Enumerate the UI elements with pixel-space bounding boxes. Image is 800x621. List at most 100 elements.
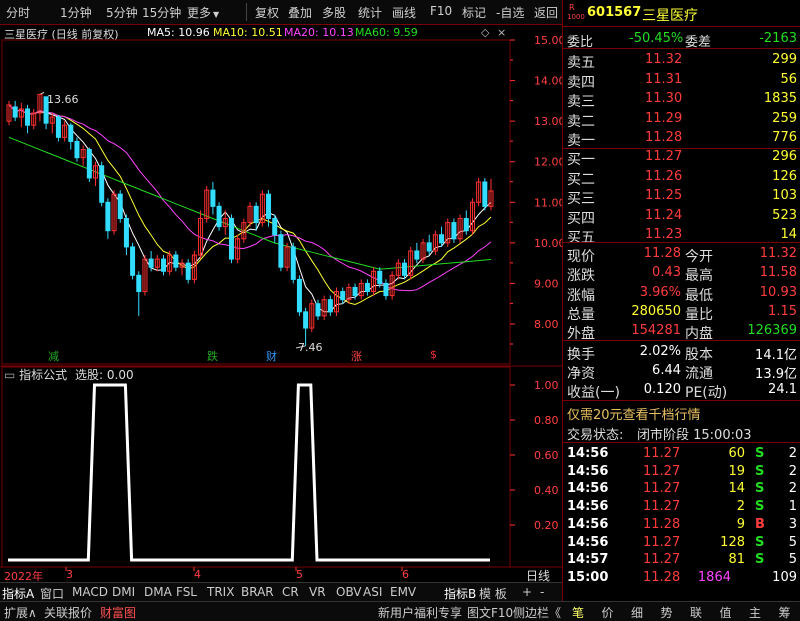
panel-tab[interactable]: 细 xyxy=(631,604,643,621)
tab-more[interactable]: 更多 ▼ xyxy=(187,4,219,21)
indicator-tab[interactable]: FSL xyxy=(176,585,197,599)
price-axis: 15.00 14.00 13.00 12.00 11.00 10.00 9.00 8.00 xyxy=(510,34,562,345)
tab-fenshi[interactable]: 分时 xyxy=(6,4,30,21)
status-row: 交易状态: 闭市阶段 15:00:03 xyxy=(563,422,800,443)
tick-time: 14:56 xyxy=(567,463,609,479)
tick-price: 11.27 xyxy=(643,446,681,461)
indicator-tab[interactable]: DMA xyxy=(144,585,172,599)
panel-tab[interactable]: 值 xyxy=(720,604,732,621)
indicator-tab[interactable]: 模 板 xyxy=(479,585,507,602)
stats-button[interactable]: 统计 xyxy=(358,4,382,21)
multi-stock-button[interactable]: 多股 xyxy=(322,4,346,21)
candle-body xyxy=(315,303,321,317)
fuquan-button[interactable]: 复权 xyxy=(255,4,279,21)
indicator-header: ▭ 指标公式 选股: 0.00 xyxy=(4,366,134,383)
panel-tab[interactable]: 主 xyxy=(749,604,761,621)
indicator-tab[interactable]: 指标B xyxy=(444,585,476,602)
marker-reduce[interactable]: 减 xyxy=(48,348,59,364)
y-tick-label: 11.00 xyxy=(534,196,562,209)
indicator-tab[interactable]: MACD xyxy=(72,585,108,599)
tick-side: B xyxy=(755,516,765,532)
quote-row: 涨幅 3.96% 最低 10.93 xyxy=(563,283,800,304)
tick-time: 14:56 xyxy=(567,516,609,532)
chart-frame xyxy=(0,39,562,568)
promo-link[interactable]: 仅需20元查看千档行情 xyxy=(567,404,701,423)
marker-fall[interactable]: 跌 xyxy=(207,348,218,364)
indicator-tab[interactable]: CR xyxy=(282,585,299,599)
buy-level-volume: 523 xyxy=(772,207,797,223)
indicator-tab[interactable]: - xyxy=(540,585,544,599)
stats-value: 6.44 xyxy=(652,363,681,378)
bottom-link[interactable]: 侧边栏《 xyxy=(513,604,561,621)
buy-level-row[interactable]: 买二 11.26 126 xyxy=(563,167,800,188)
bottom-tab[interactable]: 财富图 xyxy=(100,604,136,621)
indicator-tab[interactable]: 窗口 xyxy=(40,585,64,602)
candle-body xyxy=(228,218,234,260)
sell-level-row[interactable]: 卖四 11.31 56 xyxy=(563,70,800,91)
draw-line-button[interactable]: 画线 xyxy=(392,4,416,21)
candle-body xyxy=(123,218,129,248)
indicator-tab[interactable]: ASI xyxy=(363,585,382,599)
quote-row: 涨跌 0.43 最高 11.58 xyxy=(563,263,800,284)
bottom-link[interactable]: 新用户福利专享 xyxy=(378,604,462,621)
tick-count: 5 xyxy=(788,534,797,550)
marker-rise[interactable]: 涨 xyxy=(351,348,362,364)
tick-side: S xyxy=(755,446,765,461)
tab-1min[interactable]: 1分钟 xyxy=(60,4,92,21)
panel-tab[interactable]: 筹 xyxy=(779,604,791,621)
panel-tab[interactable]: 势 xyxy=(661,604,673,621)
period-label[interactable]: 日线 xyxy=(526,567,550,584)
tick-time: 14:56 xyxy=(567,481,609,497)
tick-side: S xyxy=(755,481,765,497)
panel-tab[interactable]: 价 xyxy=(602,604,614,621)
buy-level-row[interactable]: 买四 11.24 523 xyxy=(563,206,800,227)
sell-level-row[interactable]: 卖一 11.28 776 xyxy=(563,128,800,149)
indicator-tab[interactable]: TRIX xyxy=(207,585,234,599)
sell-level-row[interactable]: 卖三 11.30 1835 xyxy=(563,89,800,110)
indicator-tab[interactable]: BRAR xyxy=(241,585,274,599)
bottom-tab[interactable]: 关联报价 xyxy=(44,604,92,621)
tab-15min[interactable]: 15分钟 xyxy=(142,4,181,21)
promo-row[interactable]: 仅需20元查看千档行情 xyxy=(563,402,800,423)
divider xyxy=(563,442,800,443)
sell-level-row[interactable]: 卖五 11.32 299 xyxy=(563,50,800,71)
f10-button[interactable]: F10 xyxy=(430,4,452,18)
indicator-tab[interactable]: EMV xyxy=(390,585,416,599)
indicator-tab[interactable]: + xyxy=(522,585,532,599)
low-annotation: 7.46 xyxy=(298,341,323,354)
tab-5min[interactable]: 5分钟 xyxy=(106,4,138,21)
tick-side: S xyxy=(755,463,765,479)
indicator-title[interactable]: 指标公式 xyxy=(19,368,67,382)
indicator-y-tick-label: 0.60 xyxy=(534,449,559,462)
add-favorite-button[interactable]: -自选 xyxy=(496,4,524,21)
buy-level-volume: 14 xyxy=(780,227,797,242)
bottom-tab[interactable]: 扩展∧ xyxy=(4,604,37,621)
candle-body xyxy=(451,222,457,240)
indicator-tab[interactable]: VR xyxy=(309,585,326,599)
settings-icon[interactable]: ▭ xyxy=(4,368,15,382)
tick-price: 11.27 xyxy=(643,463,681,479)
y-tick-label: 15.00 xyxy=(534,34,562,47)
bottom-link[interactable]: 图文F10 xyxy=(467,604,513,621)
overlay-button[interactable]: 叠加 xyxy=(288,4,312,21)
tick-volume: 128 xyxy=(720,534,745,550)
indicator-tab[interactable]: OBV xyxy=(336,585,362,599)
buy-level-row[interactable]: 买一 11.27 296 xyxy=(563,147,800,168)
stats-label: PE(动) xyxy=(685,385,728,401)
back-button[interactable]: 返回 xyxy=(534,4,558,21)
indicator-tab[interactable]: DMI xyxy=(112,585,135,599)
status-value: 闭市阶段 15:00:03 xyxy=(637,428,752,443)
candle-body xyxy=(148,258,154,268)
panel-tab[interactable]: 笔 xyxy=(572,604,584,621)
panel-tab[interactable]: 联 xyxy=(690,604,702,621)
y-tick-label: 14.00 xyxy=(534,75,562,88)
buy-level-row[interactable]: 买三 11.25 103 xyxy=(563,186,800,207)
sell-level-price: 11.31 xyxy=(645,71,683,87)
candle-body xyxy=(303,311,309,329)
sell-level-row[interactable]: 卖二 11.29 259 xyxy=(563,109,800,130)
marker-finance[interactable]: 财 xyxy=(266,348,277,364)
indicator-tab[interactable]: 指标A xyxy=(2,585,34,602)
price-panel-border xyxy=(1,39,511,365)
marker-dollar[interactable]: $ xyxy=(430,348,437,361)
mark-button[interactable]: 标记 xyxy=(462,4,486,21)
